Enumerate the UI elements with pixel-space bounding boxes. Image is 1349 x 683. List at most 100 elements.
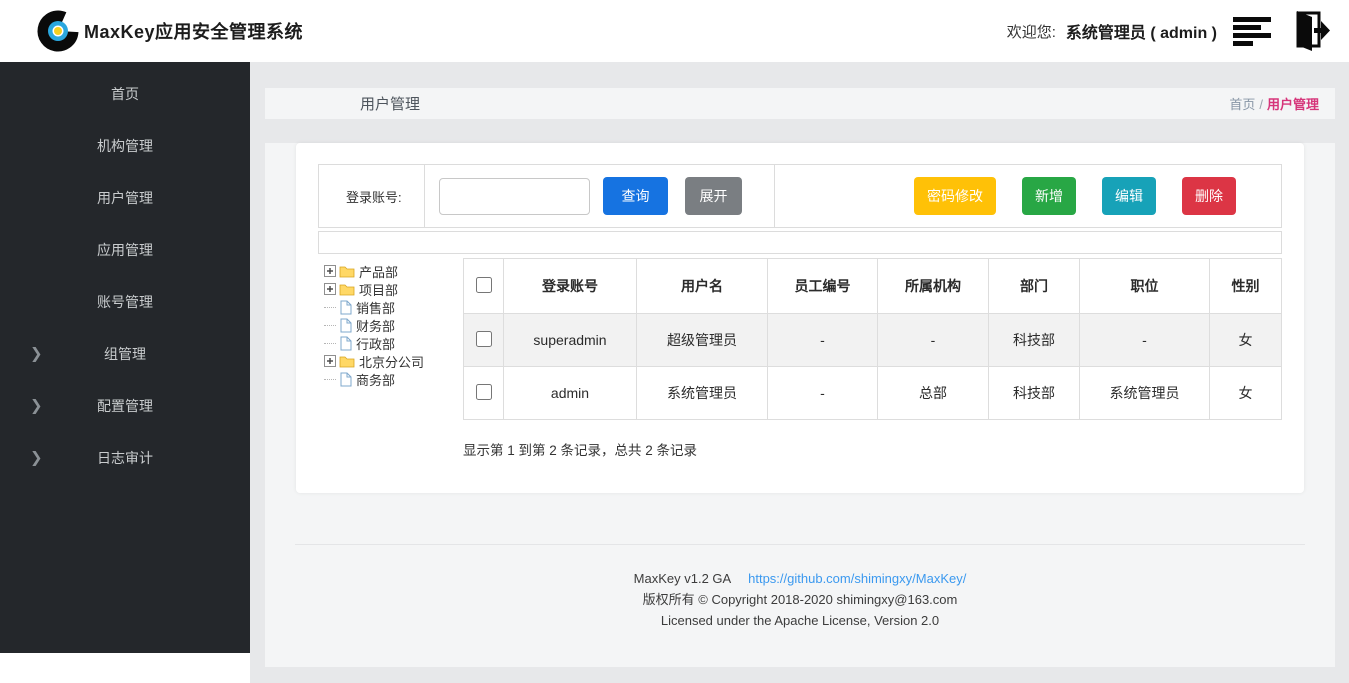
file-icon xyxy=(339,372,352,387)
sidebar-item-app-management[interactable]: 应用管理 xyxy=(0,224,250,276)
table-row[interactable]: admin 系统管理员 - 总部 科技部 系统管理员 女 xyxy=(464,367,1282,420)
col-employee-no: 员工编号 xyxy=(768,259,878,314)
sidebar-item-label: 日志审计 xyxy=(97,448,153,468)
row-checkbox[interactable] xyxy=(476,384,492,400)
cell-username: 超级管理员 xyxy=(637,314,768,367)
row-checkbox[interactable] xyxy=(476,331,492,347)
tree-node: 北京分公司 xyxy=(324,352,463,370)
cell-department: 科技部 xyxy=(989,314,1080,367)
sidebar-item-label: 用户管理 xyxy=(97,188,153,208)
change-password-button[interactable]: 密码修改 xyxy=(914,177,996,215)
footer-github-link[interactable]: https://github.com/shimingxy/MaxKey/ xyxy=(748,571,966,586)
cell-username: 系统管理员 xyxy=(637,367,768,420)
chevron-right-icon: ❯ xyxy=(30,451,43,466)
cell-login-account: admin xyxy=(504,367,637,420)
search-toolbar: 登录账号: 查询 展开 密码修改 新增 编辑 删除 xyxy=(318,164,1282,228)
sidebar-item-label: 组管理 xyxy=(104,344,146,364)
file-icon xyxy=(339,336,352,351)
tree-connector xyxy=(324,325,336,326)
tree-node-label[interactable]: 北京分公司 xyxy=(359,352,424,371)
cell-login-account: superadmin xyxy=(504,314,637,367)
cell-position: 系统管理员 xyxy=(1080,367,1210,420)
advanced-search-collapse xyxy=(318,231,1282,254)
maxkey-logo-icon xyxy=(36,8,82,54)
query-button[interactable]: 查询 xyxy=(603,177,668,215)
sidebar-item-home[interactable]: 首页 xyxy=(0,68,250,120)
cell-position: - xyxy=(1080,314,1210,367)
logout-icon[interactable] xyxy=(1283,9,1331,53)
col-department: 部门 xyxy=(989,259,1080,314)
sidebar-item-config-management[interactable]: ❯ 配置管理 xyxy=(0,380,250,432)
file-icon xyxy=(339,318,352,333)
sidebar-item-group-management[interactable]: ❯ 组管理 xyxy=(0,328,250,380)
page-title: 用户管理 xyxy=(265,93,420,114)
breadcrumb-current: 用户管理 xyxy=(1267,97,1319,112)
col-username: 用户名 xyxy=(637,259,768,314)
select-all-checkbox[interactable] xyxy=(476,277,492,293)
tree-node-label[interactable]: 行政部 xyxy=(356,334,395,353)
expand-button[interactable]: 展开 xyxy=(685,177,742,215)
cell-organization: - xyxy=(878,314,989,367)
tree-node: 项目部 xyxy=(324,280,463,298)
breadcrumb-home-link[interactable]: 首页 xyxy=(1229,97,1255,112)
footer-copyright: 版权所有 © Copyright 2018-2020 shimingxy@163… xyxy=(265,589,1335,610)
tree-node-label[interactable]: 产品部 xyxy=(359,262,398,281)
breadcrumb-separator: / xyxy=(1259,97,1263,112)
tree-node: 销售部 xyxy=(324,298,463,316)
tree-connector xyxy=(324,379,336,380)
page-footer: MaxKey v1.2 GA https://github.com/shimin… xyxy=(265,568,1335,631)
current-user: 系统管理员 ( admin ) xyxy=(1066,19,1217,43)
sidebar-item-account-management[interactable]: 账号管理 xyxy=(0,276,250,328)
login-account-input[interactable] xyxy=(439,178,590,215)
tree-expand-icon[interactable] xyxy=(324,265,336,277)
col-organization: 所属机构 xyxy=(878,259,989,314)
tree-node: 商务部 xyxy=(324,370,463,388)
sidebar-item-label: 应用管理 xyxy=(97,240,153,260)
table-header-row: 登录账号 用户名 员工编号 所属机构 部门 职位 性别 xyxy=(464,259,1282,314)
tree-node: 产品部 xyxy=(324,262,463,280)
tree-node: 财务部 xyxy=(324,316,463,334)
edit-button[interactable]: 编辑 xyxy=(1102,177,1156,215)
user-management-panel: 登录账号: 查询 展开 密码修改 新增 编辑 删除 xyxy=(296,143,1304,493)
breadcrumb: 首页 / 用户管理 xyxy=(1229,94,1335,113)
folder-icon xyxy=(339,282,355,296)
cell-department: 科技部 xyxy=(989,367,1080,420)
footer-license: Licensed under the Apache License, Versi… xyxy=(265,610,1335,631)
sidebar-item-org-management[interactable]: 机构管理 xyxy=(0,120,250,172)
tree-expand-icon[interactable] xyxy=(324,283,336,295)
col-gender: 性别 xyxy=(1210,259,1282,314)
org-tree: 产品部 项目部 销售部 财务部 xyxy=(318,258,463,459)
add-button[interactable]: 新增 xyxy=(1022,177,1076,215)
login-account-label: 登录账号: xyxy=(319,165,425,227)
folder-icon xyxy=(339,354,355,368)
footer-version: MaxKey v1.2 GA xyxy=(634,571,731,586)
footer-divider xyxy=(295,544,1305,545)
app-header: MaxKey应用安全管理系统 欢迎您: 系统管理员 ( admin ) xyxy=(0,0,1349,62)
menu-list-icon[interactable] xyxy=(1233,13,1273,49)
content-area: 用户管理 首页 / 用户管理 登录账号: 查询 展开 密码修改 新增 编辑 删除 xyxy=(250,62,1349,683)
page-titlebar: 用户管理 首页 / 用户管理 xyxy=(265,88,1335,119)
record-summary: 显示第 1 到第 2 条记录，总共 2 条记录 xyxy=(463,439,1282,459)
sidebar-item-user-management[interactable]: 用户管理 xyxy=(0,172,250,224)
tree-node: 行政部 xyxy=(324,334,463,352)
sidebar-item-label: 配置管理 xyxy=(97,396,153,416)
tree-connector xyxy=(324,343,336,344)
sidebar-item-log-audit[interactable]: ❯ 日志审计 xyxy=(0,432,250,484)
file-icon xyxy=(339,300,352,315)
tree-node-label[interactable]: 销售部 xyxy=(356,298,395,317)
tree-node-label[interactable]: 财务部 xyxy=(356,316,395,335)
tree-node-label[interactable]: 项目部 xyxy=(359,280,398,299)
tree-expand-icon[interactable] xyxy=(324,355,336,367)
sidebar-item-label: 机构管理 xyxy=(97,136,153,156)
table-row[interactable]: superadmin 超级管理员 - - 科技部 - 女 xyxy=(464,314,1282,367)
users-table: 登录账号 用户名 员工编号 所属机构 部门 职位 性别 xyxy=(463,258,1282,420)
chevron-right-icon: ❯ xyxy=(30,399,43,414)
users-table-wrap: 登录账号 用户名 员工编号 所属机构 部门 职位 性别 xyxy=(463,258,1282,459)
chevron-right-icon: ❯ xyxy=(30,347,43,362)
cell-gender: 女 xyxy=(1210,314,1282,367)
sidebar: 首页 机构管理 用户管理 应用管理 账号管理 ❯ 组管理 ❯ 配置管理 ❯ 日志… xyxy=(0,62,250,653)
delete-button[interactable]: 删除 xyxy=(1182,177,1236,215)
tree-node-label[interactable]: 商务部 xyxy=(356,370,395,389)
cell-employee-no: - xyxy=(768,314,878,367)
app-title: MaxKey应用安全管理系统 xyxy=(84,18,303,44)
